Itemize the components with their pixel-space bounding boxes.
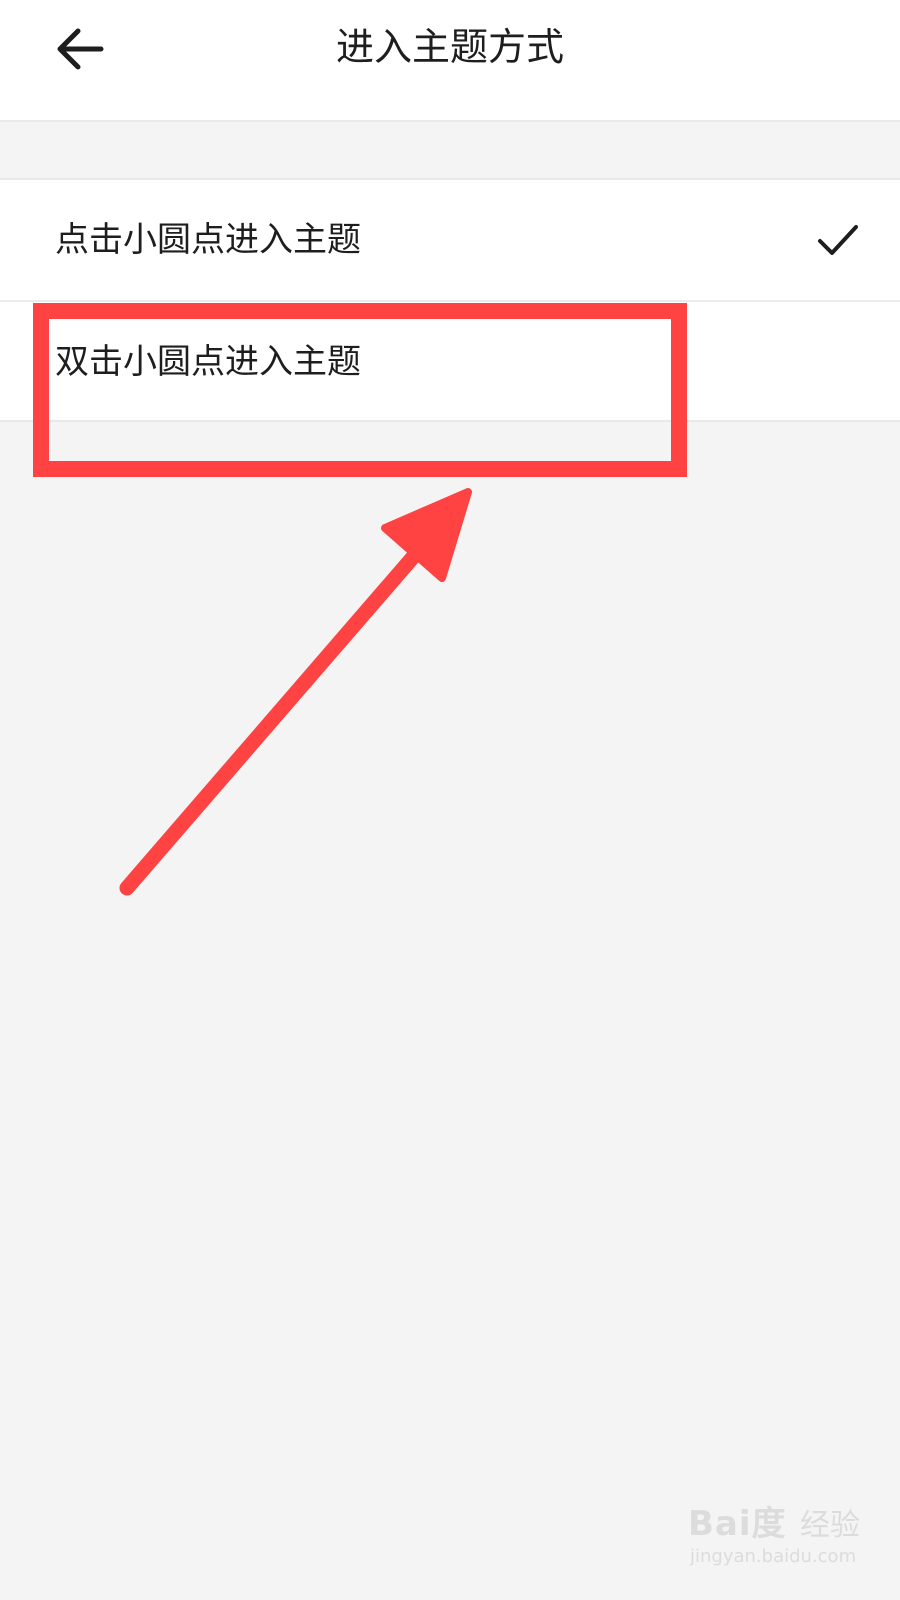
arrow-pointer-icon bbox=[119, 488, 472, 896]
option-double-click[interactable]: 双击小圆点进入主题 bbox=[0, 300, 900, 420]
page-title: 进入主题方式 bbox=[335, 25, 564, 69]
option-single-click[interactable]: 点击小圆点进入主题 bbox=[0, 180, 900, 300]
app-header: 进入主题方式 bbox=[0, 0, 900, 122]
option-label: 双击小圆点进入主题 bbox=[55, 342, 361, 382]
watermark-label: 经验 bbox=[800, 1508, 860, 1543]
option-label: 点击小圆点进入主题 bbox=[55, 220, 361, 260]
options-list: 点击小圆点进入主题 双击小圆点进入主题 bbox=[0, 178, 900, 422]
watermark-brand: Bai度 bbox=[688, 1504, 787, 1544]
watermark: Bai度 经验 jingyan.baidu.com bbox=[688, 1488, 888, 1583]
checkmark-icon bbox=[818, 225, 858, 255]
watermark-url: jingyan.baidu.com bbox=[690, 1546, 857, 1567]
